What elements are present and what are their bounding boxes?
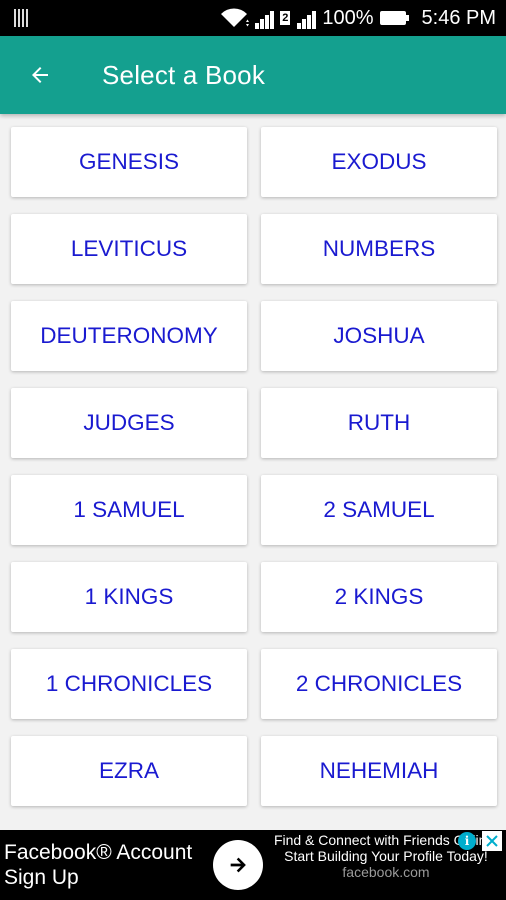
arrow-right-icon [230,857,246,873]
book-button-1-chronicles[interactable]: 1 CHRONICLES [11,649,247,719]
sim-card-icon [14,9,30,27]
book-button-2-samuel[interactable]: 2 SAMUEL [261,475,497,545]
book-button-2-chronicles[interactable]: 2 CHRONICLES [261,649,497,719]
battery-percent: 100% [322,6,374,29]
ad-headline-line1: Facebook® Account [4,841,193,864]
info-icon[interactable]: i [458,832,476,850]
sim-badge: 2 [280,11,291,25]
close-x-icon [486,835,498,847]
book-button-deuteronomy[interactable]: DEUTERONOMY [11,301,247,371]
wifi-icon [221,8,250,27]
book-button-nehemiah[interactable]: NEHEMIAH [261,736,497,806]
ad-banner[interactable]: Facebook® Account Sign Up Find & Connect… [0,830,506,900]
book-grid: GENESIS EXODUS LEVITICUS NUMBERS DEUTERO… [11,127,497,806]
book-button-ezra[interactable]: EZRA [11,736,247,806]
status-bar: 2 100% 5:46 PM [0,0,506,36]
ad-domain: facebook.com [342,864,430,880]
book-button-leviticus[interactable]: LEVITICUS [11,214,247,284]
book-button-2-kings[interactable]: 2 KINGS [261,562,497,632]
page-title: Select a Book [102,59,266,90]
app-bar: Select a Book [0,36,506,114]
back-arrow-icon [32,67,48,83]
cell-signal-icon-2 [297,7,317,29]
book-button-judges[interactable]: JUDGES [11,388,247,458]
book-button-joshua[interactable]: JOSHUA [261,301,497,371]
ad-headline: Facebook® Account Sign Up [4,840,192,890]
close-icon[interactable] [482,831,502,851]
ad-cta-button[interactable] [213,840,263,890]
clock: 5:46 PM [421,6,496,29]
ad-headline-line2: Sign Up [4,866,79,889]
back-button[interactable] [20,55,60,95]
book-button-exodus[interactable]: EXODUS [261,127,497,197]
book-button-ruth[interactable]: RUTH [261,388,497,458]
book-button-numbers[interactable]: NUMBERS [261,214,497,284]
book-button-genesis[interactable]: GENESIS [11,127,247,197]
battery-icon [379,11,409,25]
book-button-1-kings[interactable]: 1 KINGS [11,562,247,632]
cell-signal-icon [255,7,275,29]
book-button-1-samuel[interactable]: 1 SAMUEL [11,475,247,545]
